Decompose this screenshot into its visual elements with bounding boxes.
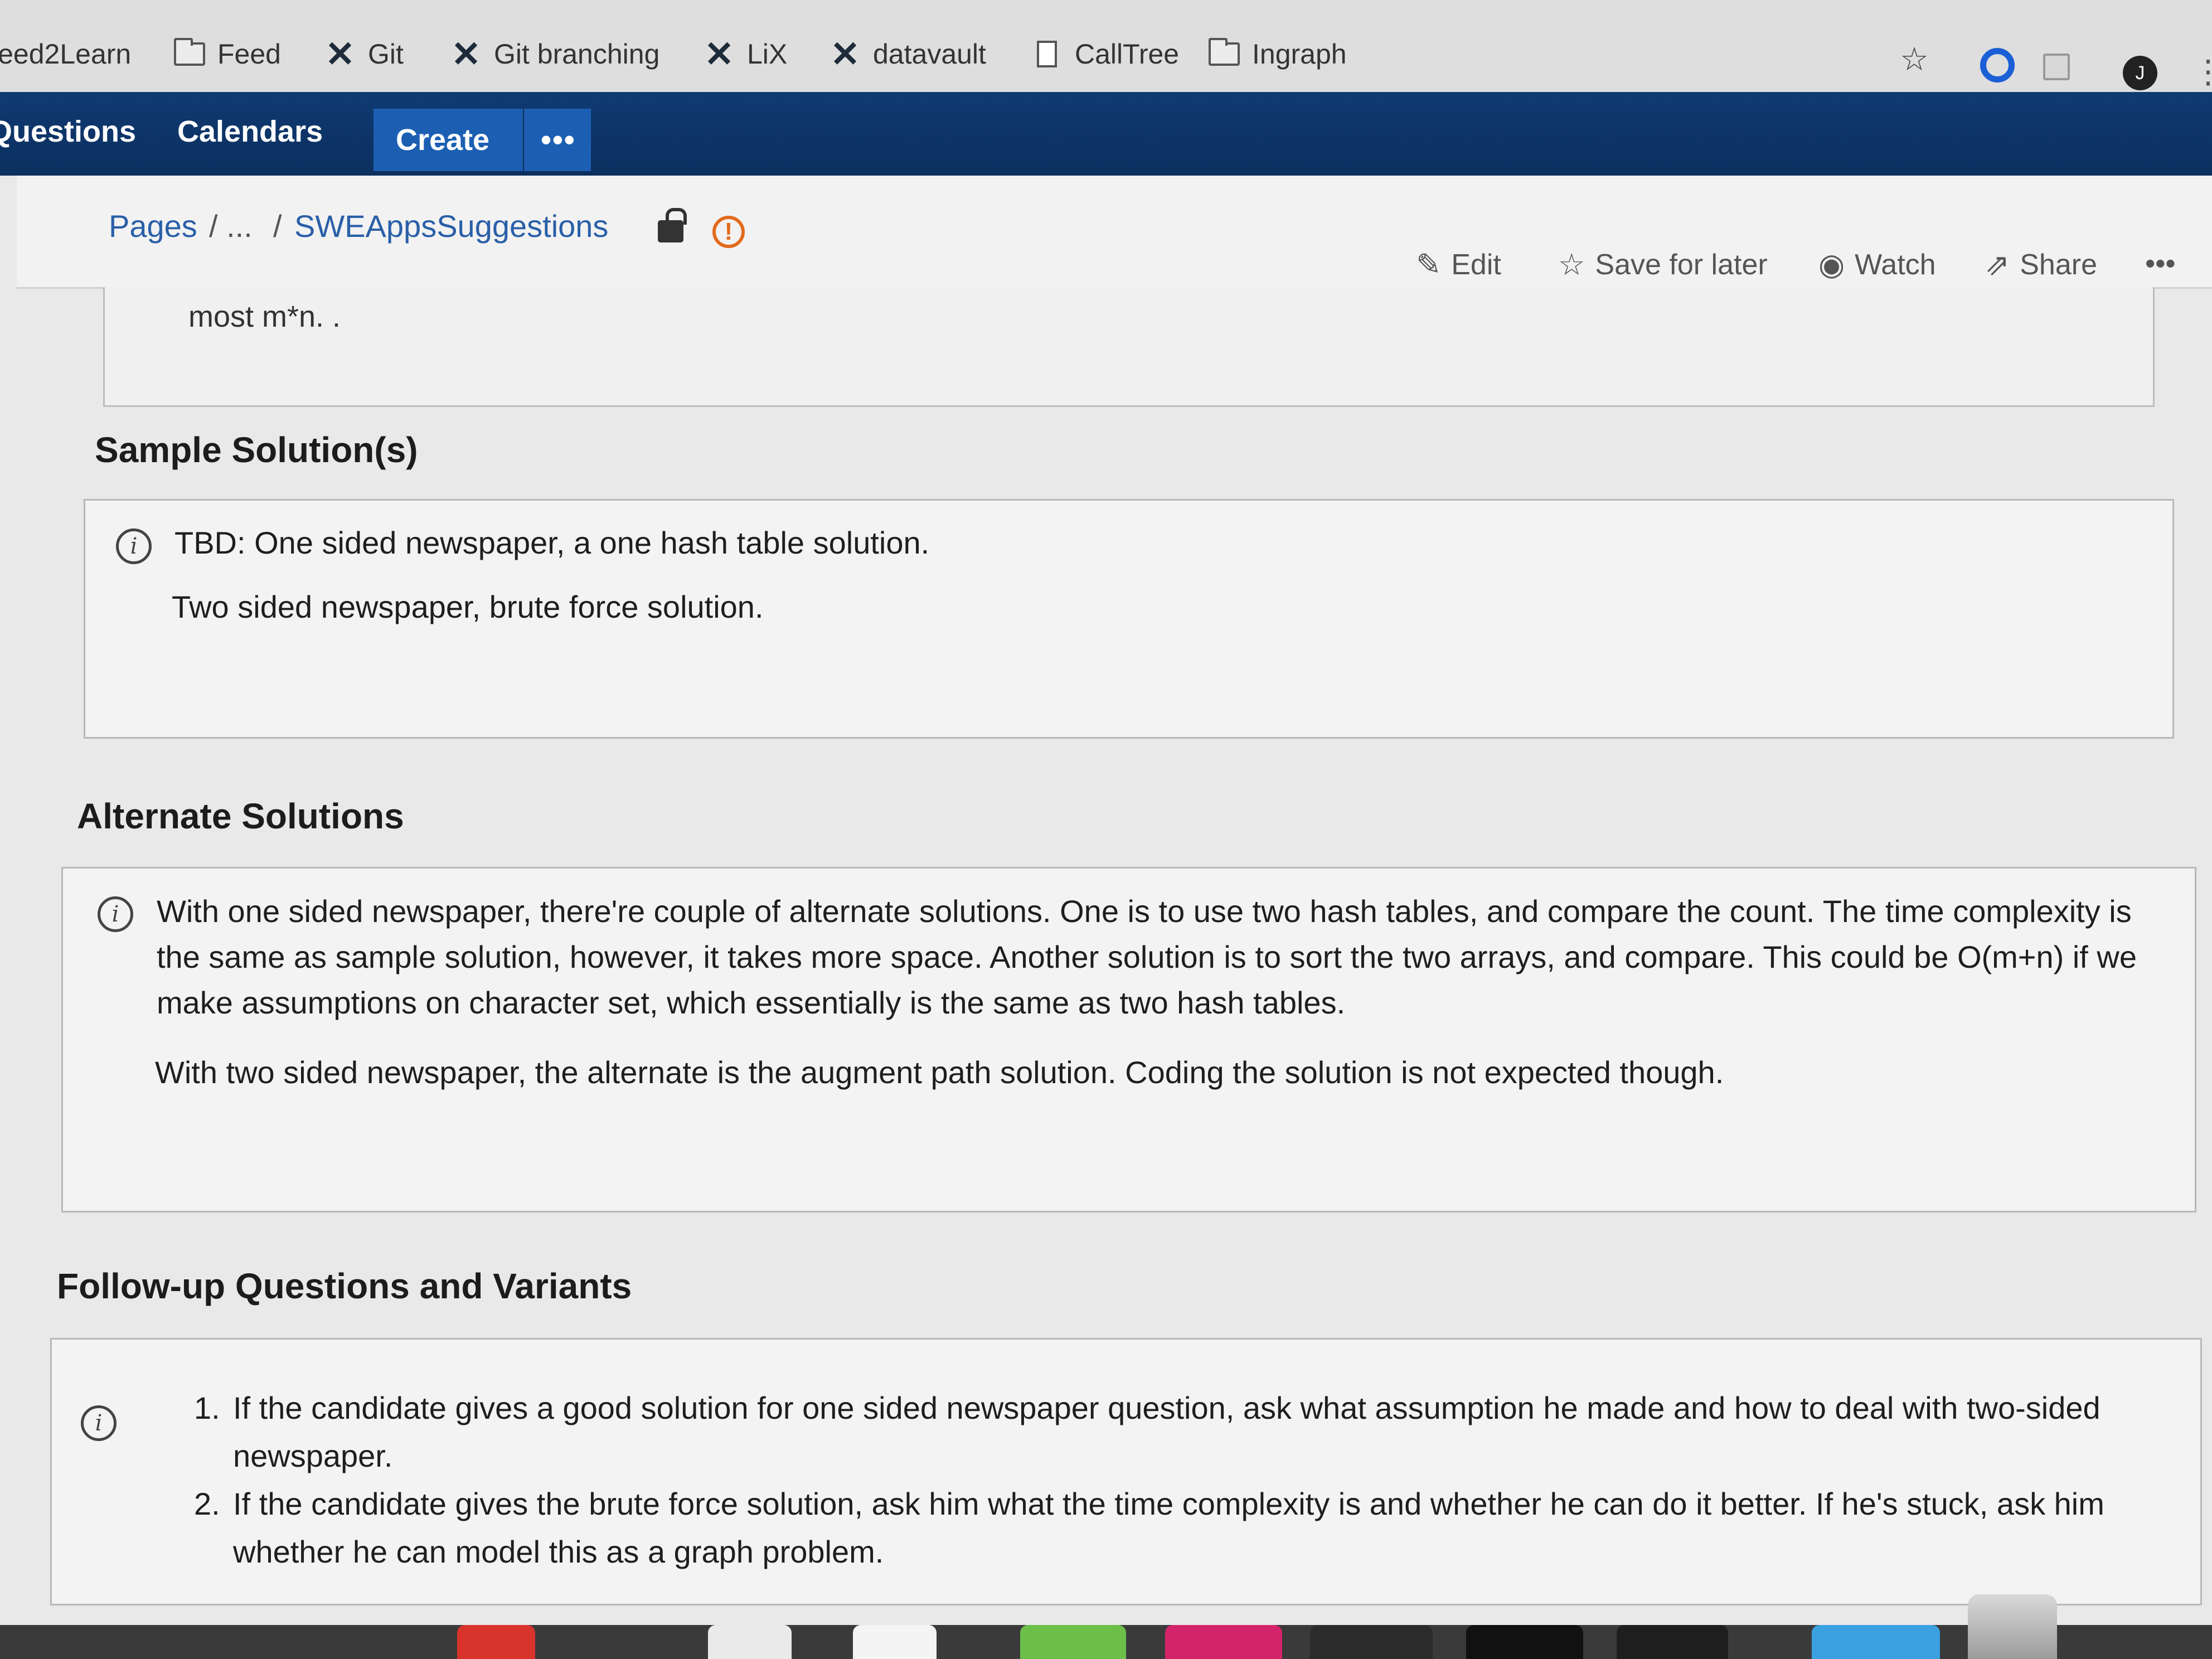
bookmark-label: CallTree xyxy=(1075,38,1180,70)
profile-avatar[interactable]: J xyxy=(2123,56,2157,90)
dock-app-icon[interactable] xyxy=(457,1625,535,1659)
page-content: most m*n. . Sample Solution(s) i TBD: On… xyxy=(0,287,2212,1625)
nav-questions[interactable]: Questions xyxy=(0,114,136,149)
share-button[interactable]: ⇗ Share xyxy=(1985,247,2097,282)
dock-app-icon[interactable] xyxy=(1617,1625,1728,1659)
alternate-solutions-heading: Alternate Solutions xyxy=(77,796,404,836)
bookmark-label: Feed xyxy=(217,38,281,70)
pencil-icon: ✎ xyxy=(1416,248,1442,282)
followup-list: 1. If the candidate gives a good solutio… xyxy=(194,1384,2145,1576)
bookmark-git[interactable]: ✕ Git xyxy=(324,35,404,74)
sample-solutions-heading: Sample Solution(s) xyxy=(95,430,418,470)
trash-icon[interactable] xyxy=(1968,1594,2057,1659)
alternate-paragraph-2: With two sided newspaper, the alternate … xyxy=(155,1055,1724,1090)
bookmark-git-branching[interactable]: ✕ Git branching xyxy=(450,35,659,74)
list-item-number: 1. xyxy=(194,1390,220,1425)
folder-icon xyxy=(1209,38,1240,68)
create-label: Create xyxy=(396,123,490,157)
x-logo-icon: ✕ xyxy=(704,34,734,74)
bookmark-ingraph[interactable]: Ingraph xyxy=(1209,35,1347,74)
list-item: 1. If the candidate gives a good solutio… xyxy=(194,1384,2145,1480)
dock-app-icon[interactable] xyxy=(1020,1625,1126,1659)
bookmark-label: Git xyxy=(368,38,404,70)
alternate-paragraph-1: With one sided newspaper, there're coupl… xyxy=(157,894,2137,1020)
bookmark-datavault[interactable]: ✕ datavault xyxy=(830,35,986,74)
star-bookmark-icon[interactable]: ☆ xyxy=(1900,40,1929,78)
breadcrumb-separator: / xyxy=(273,208,282,244)
top-navigation: Questions Calendars Create ••• ⚲ ⓘ▾ ✉9+ … xyxy=(0,92,2212,218)
sample-solutions-panel: i TBD: One sided newspaper, a one hash t… xyxy=(84,499,2174,739)
page-header: Pages / ... / SWEAppsSuggestions ! ✎ Edi… xyxy=(17,176,2212,289)
browser-menu-icon[interactable]: ⋮ xyxy=(2192,56,2212,88)
save-label: Save for later xyxy=(1595,248,1768,281)
star-icon: ☆ xyxy=(1558,248,1585,282)
bookmark-feed[interactable]: Feed xyxy=(174,35,281,74)
dock xyxy=(0,1625,2212,1659)
bookmark-label: Need2Learn xyxy=(0,38,132,70)
list-item-text: If the candidate gives a good solution f… xyxy=(233,1390,2101,1473)
warning-icon[interactable]: ! xyxy=(712,216,745,248)
edit-button[interactable]: ✎ Edit xyxy=(1416,247,1501,282)
folder-icon xyxy=(174,38,205,68)
folder-icon[interactable] xyxy=(1812,1625,1940,1659)
bookmark-calltree[interactable]: CallTree xyxy=(1031,35,1179,74)
info-icon: i xyxy=(116,528,152,564)
save-for-later-button[interactable]: ☆ Save for later xyxy=(1558,247,1768,282)
nav-calendars[interactable]: Calendars xyxy=(177,114,323,149)
alternate-solutions-panel: i With one sided newspaper, there're cou… xyxy=(61,867,2196,1212)
previous-section-panel: most m*n. . xyxy=(103,287,2155,407)
bookmark-label: Ingraph xyxy=(1252,38,1347,70)
share-label: Share xyxy=(2020,248,2098,281)
breadcrumb-pages[interactable]: Pages xyxy=(109,208,197,244)
document-icon xyxy=(1031,40,1063,68)
extension-icon[interactable] xyxy=(2043,54,2070,80)
list-item: 2. If the candidate gives the brute forc… xyxy=(194,1480,2145,1576)
dock-app-icon[interactable] xyxy=(853,1625,937,1659)
breadcrumb-current[interactable]: SWEAppsSuggestions xyxy=(294,208,608,244)
edit-label: Edit xyxy=(1451,248,1501,281)
watch-label: Watch xyxy=(1855,248,1936,281)
x-logo-icon: ✕ xyxy=(830,34,860,74)
create-more-button[interactable]: ••• xyxy=(523,109,576,171)
bookmark-label: Git branching xyxy=(494,38,660,70)
x-logo-icon: ✕ xyxy=(451,34,481,74)
sample-line-1: TBD: One sided newspaper, a one hash tab… xyxy=(174,525,930,560)
sample-line-2: Two sided newspaper, brute force solutio… xyxy=(172,589,764,624)
more-actions-button[interactable]: ••• xyxy=(2145,247,2176,280)
list-item-text: If the candidate gives the brute force s… xyxy=(233,1486,2104,1569)
bookmark-lix[interactable]: ✕ LiX xyxy=(704,35,787,74)
unlock-icon[interactable] xyxy=(658,208,687,242)
watch-button[interactable]: ◉ Watch xyxy=(1818,247,1936,282)
breadcrumb-ellipsis[interactable]: / ... xyxy=(209,208,253,244)
x-logo-icon: ✕ xyxy=(325,34,355,74)
more-label: ••• xyxy=(2145,248,2176,280)
terminal-icon[interactable] xyxy=(1466,1625,1583,1659)
eye-icon: ◉ xyxy=(1818,248,1845,282)
dock-app-icon[interactable] xyxy=(708,1625,792,1659)
share-icon: ⇗ xyxy=(1985,248,2010,282)
create-button[interactable]: Create ••• xyxy=(373,109,591,171)
followup-heading: Follow-up Questions and Variants xyxy=(57,1266,632,1306)
info-icon: i xyxy=(98,896,133,932)
list-item-number: 2. xyxy=(194,1486,220,1521)
bookmark-need2learn[interactable]: Need2Learn xyxy=(0,35,131,74)
dock-app-icon[interactable] xyxy=(1310,1625,1433,1659)
dock-app-icon[interactable] xyxy=(1165,1625,1282,1659)
info-icon: i xyxy=(81,1405,117,1441)
bookmarks-bar: Need2Learn Feed ✕ Git ✕ Git branching ✕ … xyxy=(0,0,2212,93)
opera-icon[interactable] xyxy=(1980,48,2015,83)
bookmark-label: LiX xyxy=(747,38,788,70)
followup-panel: i 1. If the candidate gives a good solut… xyxy=(50,1338,2202,1605)
bookmark-label: datavault xyxy=(873,38,986,70)
panel-text: most m*n. . xyxy=(188,300,341,333)
